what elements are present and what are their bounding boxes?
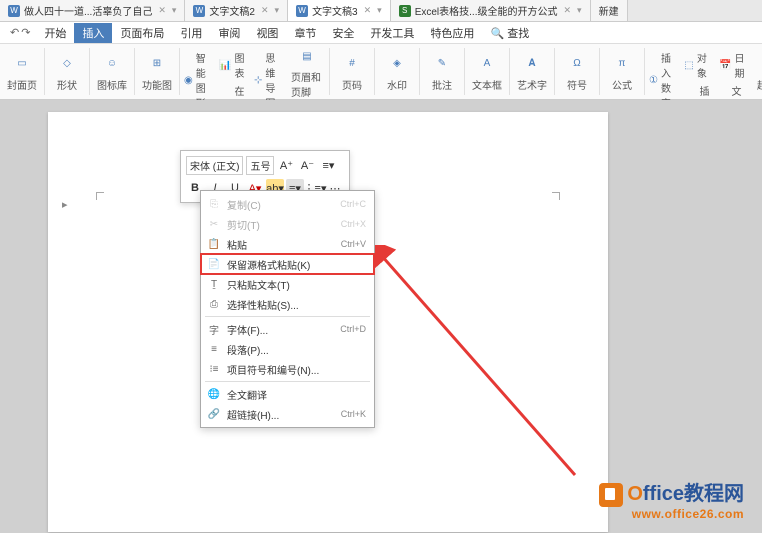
font-size-select[interactable]: 五号 xyxy=(246,156,274,175)
doc-tab-label: 做人四十一道...活辜负了自己 xyxy=(24,3,152,18)
context-hyperlink[interactable]: 🔗 超链接(H)... Ctrl+K xyxy=(201,404,374,424)
textbox-button[interactable]: A文本框 xyxy=(471,52,503,92)
menu-insert[interactable]: 插入 xyxy=(74,23,112,43)
undo-redo-group: ↶ ↷ xyxy=(4,26,36,39)
doc-tab-label: Excel表格技...级全能的开方公式 xyxy=(415,3,558,18)
context-font[interactable]: 字 字体(F)... Ctrl+D xyxy=(201,319,374,339)
object-button[interactable]: ⬚对象 xyxy=(684,50,711,80)
document-tabs-bar: W 做人四十一道...活辜负了自己 ✕ ▾ W 文字文稿2 ✕ ▾ W 文字文稿… xyxy=(0,0,762,22)
menu-review[interactable]: 审阅 xyxy=(210,23,248,43)
dropdown-icon[interactable]: ▾ xyxy=(377,5,382,16)
document-canvas[interactable]: ▸ xyxy=(0,100,762,533)
menu-references[interactable]: 引用 xyxy=(172,23,210,43)
menu-view[interactable]: 视图 xyxy=(248,23,286,43)
dropdown-icon[interactable]: ▾ xyxy=(275,5,280,16)
word-doc-icon: W xyxy=(296,5,308,17)
close-icon[interactable]: ✕ xyxy=(158,5,166,16)
paste-format-icon: 📄 xyxy=(207,257,221,271)
paragraph-icon: ≡ xyxy=(207,342,221,356)
doc-tab-label: 文字文稿3 xyxy=(312,3,358,18)
context-paste-keep-formatting[interactable]: 📄 保留源格式粘贴(K) xyxy=(201,254,374,274)
header-footer-button[interactable]: ▤页眉和页脚 xyxy=(291,44,323,99)
ribbon-toolbar: ▭封面页 ◇形状 ☺图标库 ⊞功能图 ◉智能图形 ⊟关系图 📊图表 📈在线图表 … xyxy=(0,44,762,100)
doc-tab-label: 文字文稿2 xyxy=(209,3,255,18)
hyperlink-button[interactable]: 🔗超链接 xyxy=(756,52,762,92)
watermark-button[interactable]: ◈水印 xyxy=(381,52,413,92)
paste-text-icon: Ṯ xyxy=(207,277,221,291)
paste-icon: 📋 xyxy=(207,237,221,251)
context-paragraph[interactable]: ≡ 段落(P)... xyxy=(201,339,374,359)
word-doc-icon: W xyxy=(8,5,20,17)
context-bullets-numbering[interactable]: ⁝≡ 项目符号和编号(N)... xyxy=(201,359,374,379)
icon-library-button[interactable]: ☺图标库 xyxy=(96,52,128,92)
page-number-button[interactable]: #页码 xyxy=(336,52,368,92)
cover-page-button[interactable]: ▭封面页 xyxy=(6,52,38,92)
doc-tab-0[interactable]: W 做人四十一道...活辜负了自己 ✕ ▾ xyxy=(0,0,185,21)
redo-icon[interactable]: ↷ xyxy=(21,26,30,39)
context-cut: ✂ 剪切(T) Ctrl+X xyxy=(201,214,374,234)
doc-tab-label: 新建 xyxy=(599,3,619,18)
word-doc-icon: W xyxy=(193,5,205,17)
menu-find[interactable]: 🔍 查找 xyxy=(482,23,537,43)
dropdown-icon[interactable]: ▾ xyxy=(577,5,582,16)
doc-tab-new[interactable]: 新建 xyxy=(591,0,628,21)
wordart-button[interactable]: 𝐀艺术字 xyxy=(516,52,548,92)
symbol-button[interactable]: Ω符号 xyxy=(561,52,593,92)
addon-button[interactable]: ⊞功能图 xyxy=(141,52,173,92)
context-menu: ⎘ 复制(C) Ctrl+C ✂ 剪切(T) Ctrl+X 📋 粘贴 Ctrl+… xyxy=(200,190,375,428)
bullets-icon: ⁝≡ xyxy=(207,362,221,376)
shrink-font-button[interactable]: A⁻ xyxy=(298,157,316,175)
context-paste-text-only[interactable]: Ṯ 只粘贴文本(T) xyxy=(201,274,374,294)
doc-tab-2[interactable]: W 文字文稿3 ✕ ▾ xyxy=(288,0,391,21)
menu-page-layout[interactable]: 页面布局 xyxy=(112,23,172,43)
font-icon: 字 xyxy=(207,322,221,336)
context-paste-special[interactable]: ⎙ 选择性粘贴(S)... xyxy=(201,294,374,314)
copy-icon: ⎘ xyxy=(207,197,221,211)
page-side-marker-icon: ▸ xyxy=(62,198,76,212)
translate-icon: 🌐 xyxy=(207,387,221,401)
menu-separator xyxy=(205,316,370,317)
shapes-button[interactable]: ◇形状 xyxy=(51,52,83,92)
dropdown-icon[interactable]: ▾ xyxy=(172,5,177,16)
menu-start[interactable]: 开始 xyxy=(36,23,74,43)
doc-tab-1[interactable]: W 文字文稿2 ✕ ▾ xyxy=(185,0,288,21)
comment-button[interactable]: ✎批注 xyxy=(426,52,458,92)
menu-dev-tools[interactable]: 开发工具 xyxy=(362,23,422,43)
context-translate[interactable]: 🌐 全文翻译 xyxy=(201,384,374,404)
logo-icon xyxy=(599,483,623,507)
undo-icon[interactable]: ↶ xyxy=(10,26,19,39)
line-spacing-button[interactable]: ≡▾ xyxy=(319,157,337,175)
chart-button[interactable]: 📊图表 xyxy=(219,50,246,80)
context-paste[interactable]: 📋 粘贴 Ctrl+V xyxy=(201,234,374,254)
watermark-logo: Office教程网 www.office26.com xyxy=(599,477,744,521)
margin-marker-tr xyxy=(552,192,560,200)
margin-marker-tl xyxy=(96,192,104,200)
formula-button[interactable]: π公式 xyxy=(606,52,638,92)
menu-special[interactable]: 特色应用 xyxy=(422,23,482,43)
font-family-select[interactable]: 宋体 (正文) xyxy=(186,156,243,175)
doc-tab-3[interactable]: S Excel表格技...级全能的开方公式 ✕ ▾ xyxy=(391,0,591,21)
grow-font-button[interactable]: A⁺ xyxy=(277,157,295,175)
close-icon[interactable]: ✕ xyxy=(261,5,269,16)
context-copy: ⎘ 复制(C) Ctrl+C xyxy=(201,194,374,214)
menu-separator xyxy=(205,381,370,382)
link-icon: 🔗 xyxy=(207,407,221,421)
excel-doc-icon: S xyxy=(399,5,411,17)
menu-security[interactable]: 安全 xyxy=(324,23,362,43)
menu-bar: ↶ ↷ 开始 插入 页面布局 引用 审阅 视图 章节 安全 开发工具 特色应用 … xyxy=(0,22,762,44)
date-button[interactable]: 📅日期 xyxy=(719,50,746,80)
close-icon[interactable]: ✕ xyxy=(564,5,572,16)
close-icon[interactable]: ✕ xyxy=(364,5,372,16)
cut-icon: ✂ xyxy=(207,217,221,231)
menu-chapter[interactable]: 章节 xyxy=(286,23,324,43)
paste-special-icon: ⎙ xyxy=(207,297,221,311)
